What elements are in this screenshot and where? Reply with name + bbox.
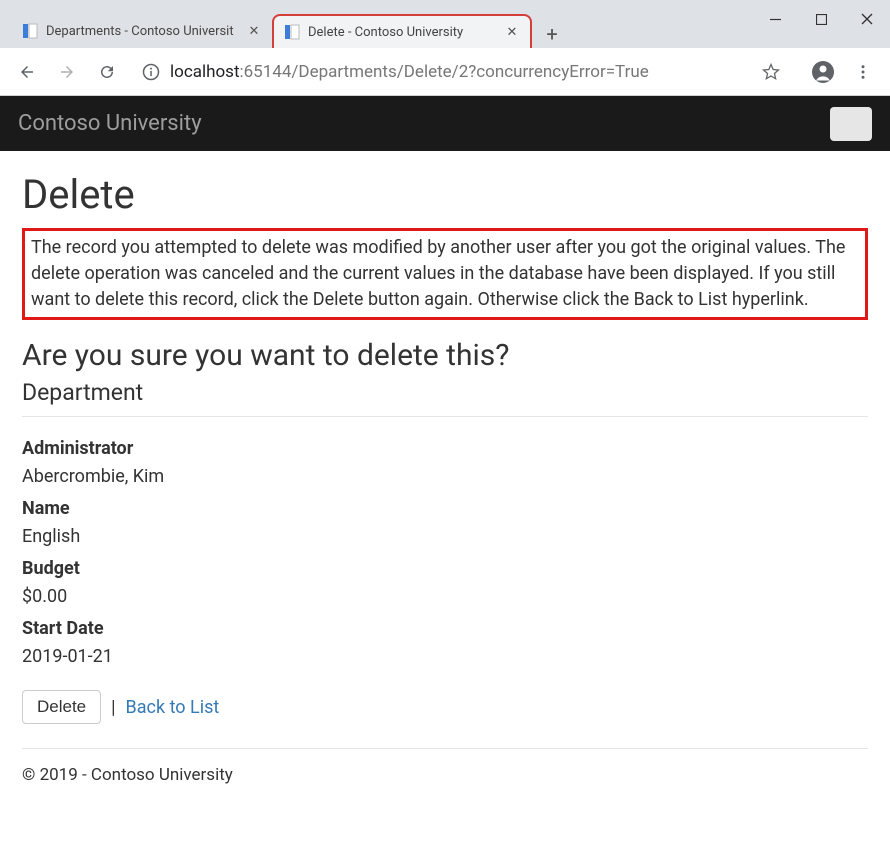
name-label: Name bbox=[22, 495, 868, 523]
minimize-button[interactable] bbox=[752, 0, 798, 38]
site-info-icon[interactable] bbox=[142, 63, 160, 81]
maximize-button[interactable] bbox=[798, 0, 844, 38]
close-icon[interactable]: ✕ bbox=[246, 23, 262, 39]
delete-button[interactable]: Delete bbox=[22, 690, 101, 724]
divider bbox=[22, 416, 868, 417]
site-navbar: Contoso University bbox=[0, 96, 890, 151]
address-host: localhost bbox=[170, 62, 240, 82]
browser-tab-departments[interactable]: Departments - Contoso Universit ✕ bbox=[12, 14, 272, 48]
confirm-heading: Are you sure you want to delete this? bbox=[22, 338, 868, 373]
address-bar[interactable]: localhost:65144/Departments/Delete/2?con… bbox=[130, 55, 800, 89]
address-path: :65144/Departments/Delete/2?concurrencyE… bbox=[240, 62, 649, 82]
back-button[interactable] bbox=[10, 55, 44, 89]
tabs-area: Departments - Contoso Universit ✕ Delete… bbox=[0, 0, 566, 48]
profile-icon[interactable] bbox=[806, 55, 840, 89]
reload-button[interactable] bbox=[90, 55, 124, 89]
forward-button[interactable] bbox=[50, 55, 84, 89]
name-value: English bbox=[22, 523, 868, 551]
window-controls bbox=[752, 0, 890, 38]
detail-list: Administrator Abercrombie, Kim Name Engl… bbox=[22, 435, 868, 670]
concurrency-error-message: The record you attempted to delete was m… bbox=[22, 228, 868, 320]
page-content: Delete The record you attempted to delet… bbox=[0, 151, 890, 805]
new-tab-button[interactable]: + bbox=[538, 20, 566, 48]
footer-divider bbox=[22, 748, 868, 749]
brand-link[interactable]: Contoso University bbox=[18, 111, 202, 136]
window-titlebar: Departments - Contoso Universit ✕ Delete… bbox=[0, 0, 890, 48]
separator: | bbox=[111, 697, 115, 718]
page-favicon-icon bbox=[22, 23, 38, 39]
entity-heading: Department bbox=[22, 379, 868, 406]
bookmark-star-icon[interactable] bbox=[754, 55, 788, 89]
kebab-menu-icon[interactable] bbox=[846, 55, 880, 89]
footer-text: © 2019 - Contoso University bbox=[22, 765, 868, 785]
browser-toolbar: localhost:65144/Departments/Delete/2?con… bbox=[0, 48, 890, 96]
page-favicon-icon bbox=[284, 24, 300, 40]
tab-title: Departments - Contoso Universit bbox=[46, 24, 238, 39]
actions-row: Delete | Back to List bbox=[22, 690, 868, 724]
budget-label: Budget bbox=[22, 555, 868, 583]
startdate-label: Start Date bbox=[22, 615, 868, 643]
administrator-value: Abercrombie, Kim bbox=[22, 463, 868, 491]
close-icon[interactable]: ✕ bbox=[504, 24, 520, 40]
nav-toggle-button[interactable] bbox=[830, 107, 872, 141]
address-text: localhost:65144/Departments/Delete/2?con… bbox=[170, 62, 744, 82]
budget-value: $0.00 bbox=[22, 583, 868, 611]
administrator-label: Administrator bbox=[22, 435, 868, 463]
browser-tab-delete[interactable]: Delete - Contoso University ✕ bbox=[272, 14, 532, 48]
close-window-button[interactable] bbox=[844, 0, 890, 38]
tab-title: Delete - Contoso University bbox=[308, 25, 496, 40]
page-title: Delete bbox=[22, 171, 868, 218]
back-to-list-link[interactable]: Back to List bbox=[126, 697, 220, 718]
startdate-value: 2019-01-21 bbox=[22, 643, 868, 671]
